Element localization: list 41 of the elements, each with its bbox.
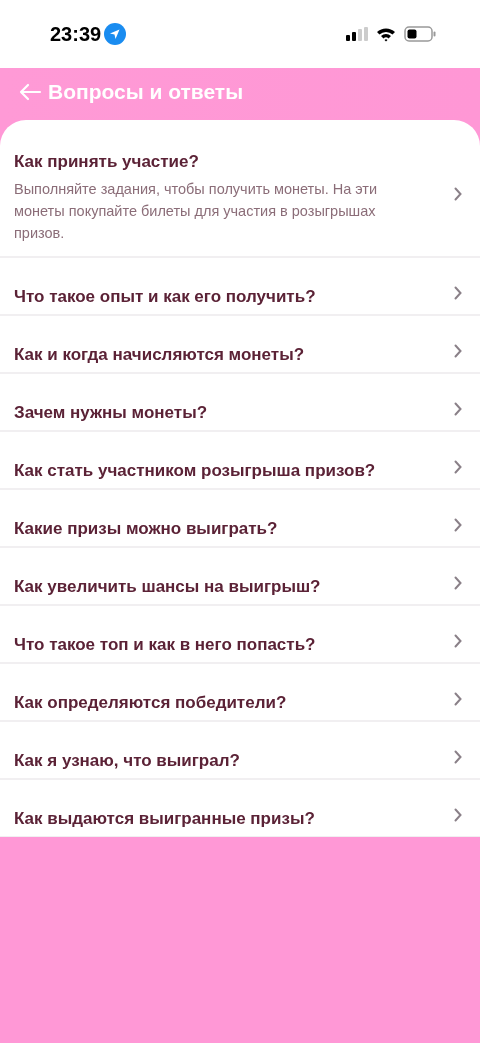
faq-question: Как выдаются выигранные призы?	[14, 808, 315, 830]
faq-question: Как определяются победители?	[14, 692, 287, 714]
location-icon	[104, 23, 127, 45]
faq-item[interactable]: Как я узнаю, что выиграл?	[0, 722, 480, 780]
faq-question: Зачем нужны монеты?	[14, 402, 208, 424]
faq-question: Что такое топ и как в него попасть?	[14, 634, 316, 656]
chevron-right-icon	[454, 402, 462, 416]
chevron-right-icon	[454, 634, 462, 648]
faq-item[interactable]: Что такое опыт и как его получить?	[0, 258, 480, 316]
page-title: Вопросы и ответы	[48, 80, 244, 104]
chevron-right-icon	[454, 286, 462, 300]
status-time: 23:39	[50, 22, 102, 46]
faq-question: Как я узнаю, что выиграл?	[14, 750, 240, 772]
battery-icon	[404, 26, 436, 42]
back-arrow-icon[interactable]	[18, 82, 42, 102]
chevron-right-icon	[454, 186, 462, 201]
chevron-right-icon	[454, 750, 462, 764]
faq-answer: Выполняйте задания, чтобы получить монеты. На эти монеты покупайте билеты для участия в розыгрышах призов.	[14, 180, 379, 243]
faq-item[interactable]: Как выдаются выигранные призы?	[0, 780, 480, 837]
faq-question: Как и когда начисляются монеты?	[14, 344, 305, 366]
chevron-right-icon	[454, 576, 462, 590]
wifi-icon	[376, 26, 396, 42]
chevron-right-icon	[454, 692, 462, 706]
faq-item[interactable]: Какие призы можно выиграть?	[0, 490, 480, 548]
chevron-right-icon	[454, 344, 462, 358]
faq-question: Что такое опыт и как его получить?	[14, 286, 316, 308]
faq-question: Как увеличить шансы на выигрыш?	[14, 576, 321, 598]
faq-question: Какие призы можно выиграть?	[14, 518, 278, 540]
chevron-right-icon	[454, 808, 462, 822]
faq-question: Как принять участие?	[14, 151, 200, 173]
faq-item[interactable]: Как определяются победители?	[0, 664, 480, 722]
faq-item[interactable]: Как увеличить шансы на выигрыш?	[0, 548, 480, 606]
signal-icon	[346, 27, 368, 41]
chevron-right-icon	[454, 460, 462, 474]
faq-question: Как стать участником розыгрыша призов?	[14, 460, 376, 482]
faq-item[interactable]: Как стать участником розыгрыша призов?	[0, 432, 480, 490]
faq-item[interactable]: Как принять участие? Выполняйте задания, чтобы получить монеты. На эти монеты покупайте билеты для участия в розыгрышах призов.	[0, 124, 480, 258]
faq-item[interactable]: Как и когда начисляются монеты?	[0, 316, 480, 374]
faq-item[interactable]: Зачем нужны монеты?	[0, 374, 480, 432]
chevron-right-icon	[454, 518, 462, 532]
faq-item[interactable]: Что такое топ и как в него попасть?	[0, 606, 480, 664]
